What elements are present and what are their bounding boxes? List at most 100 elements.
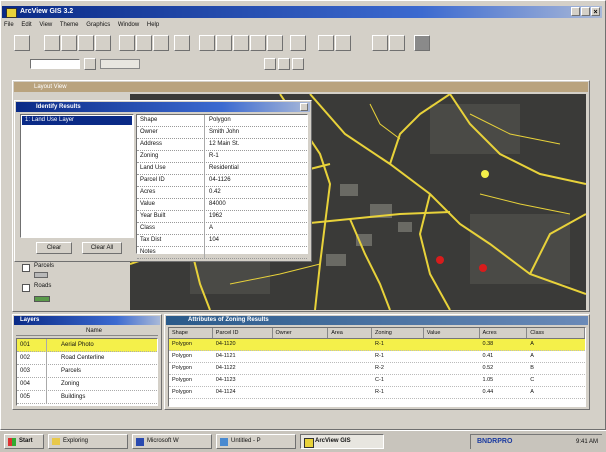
identify-item-list[interactable]: 1: Land Use Layer bbox=[20, 114, 134, 238]
zoom-tool-icon[interactable] bbox=[278, 58, 290, 70]
edit-legend-icon[interactable] bbox=[78, 35, 94, 51]
layer-list-item[interactable]: 002 Road Centerline bbox=[17, 352, 157, 365]
column-header[interactable]: Shape bbox=[169, 328, 213, 338]
zoom-selected-icon[interactable] bbox=[233, 35, 249, 51]
field-label: Zoning bbox=[137, 151, 205, 162]
select-features-icon[interactable] bbox=[290, 35, 306, 51]
layer-list-item[interactable]: 005 Buildings bbox=[17, 391, 157, 404]
pan-tool-icon[interactable] bbox=[292, 58, 304, 70]
menu-graphics[interactable]: Graphics bbox=[86, 22, 110, 28]
table-cell bbox=[424, 387, 480, 398]
menu-theme[interactable]: Theme bbox=[60, 22, 79, 28]
tray-brand: BNDRPRO bbox=[477, 438, 513, 445]
menu-file[interactable]: File bbox=[4, 22, 14, 28]
chart-icon[interactable] bbox=[372, 35, 388, 51]
task-button-4-active[interactable]: ArcView GIS bbox=[300, 434, 384, 449]
field-value: Smith John bbox=[209, 129, 240, 135]
menu-bar: File Edit View Theme Graphics Window Hel… bbox=[4, 20, 204, 31]
pointer-tool-icon[interactable] bbox=[84, 58, 96, 70]
table-row[interactable]: Polygon 04-1122 R-2 0.52 B bbox=[169, 363, 585, 375]
open-table-icon[interactable] bbox=[119, 35, 135, 51]
legend-label: Roads bbox=[34, 283, 52, 289]
query-builder-icon[interactable] bbox=[174, 35, 190, 51]
start-button[interactable]: Start bbox=[4, 434, 44, 449]
add-theme-icon[interactable] bbox=[44, 35, 60, 51]
clear-button[interactable]: Clear bbox=[36, 242, 72, 254]
save-icon[interactable] bbox=[14, 35, 30, 51]
menu-edit[interactable]: Edit bbox=[21, 22, 31, 28]
legend-item-roads[interactable]: Roads bbox=[22, 282, 112, 294]
clear-selection-icon[interactable] bbox=[318, 35, 334, 51]
attribute-table-title-bar[interactable]: Attributes of Zoning Results bbox=[166, 316, 588, 325]
app-title: ArcView GIS 3.2 bbox=[20, 8, 74, 15]
legend-checkbox[interactable] bbox=[22, 284, 30, 292]
table-row[interactable]: Polygon 04-1120 R-1 0.38 A bbox=[169, 339, 585, 351]
task-label: Exploring bbox=[63, 438, 89, 444]
table-cell bbox=[328, 387, 372, 398]
identify-title-bar[interactable]: Identify Results bbox=[16, 102, 310, 112]
app-title-bar[interactable]: ArcView GIS 3.2 × bbox=[2, 6, 602, 18]
identify-field-row: Land Use Residential bbox=[137, 163, 307, 175]
field-label: Value bbox=[137, 199, 205, 210]
table-cell bbox=[424, 363, 480, 374]
menu-view[interactable]: View bbox=[39, 22, 52, 28]
layout-icon[interactable] bbox=[389, 35, 405, 51]
theme-properties-icon[interactable] bbox=[61, 35, 77, 51]
task-button-2[interactable]: Microsoft W bbox=[132, 434, 212, 449]
field-label: Parcel ID bbox=[137, 175, 205, 186]
view-title: Layout View bbox=[34, 84, 67, 90]
layer-name: Aerial Photo bbox=[61, 342, 94, 348]
table-cell: Polygon bbox=[172, 377, 192, 383]
table-cell: B bbox=[530, 365, 534, 371]
menu-help[interactable]: Help bbox=[147, 22, 159, 28]
layer-panel-title: Layers bbox=[20, 317, 40, 323]
find-icon[interactable] bbox=[136, 35, 152, 51]
layer-list-item[interactable]: 003 Parcels bbox=[17, 365, 157, 378]
print-icon[interactable] bbox=[414, 35, 430, 51]
maximize-button[interactable] bbox=[581, 7, 590, 16]
layer-list-item[interactable]: 001 Aerial Photo bbox=[17, 339, 157, 352]
minimize-button[interactable] bbox=[571, 7, 580, 16]
layer-name: Parcels bbox=[61, 368, 82, 374]
table-cell: R-1 bbox=[375, 341, 384, 347]
zoom-in-icon[interactable] bbox=[250, 35, 266, 51]
layer-panel-title-bar[interactable]: Layers bbox=[14, 316, 160, 325]
identify-tool-icon[interactable] bbox=[264, 58, 276, 70]
menu-window[interactable]: Window bbox=[118, 22, 139, 28]
column-header[interactable]: Zoning bbox=[372, 328, 424, 338]
column-header[interactable]: Area bbox=[328, 328, 373, 338]
layer-list-item[interactable]: 004 Zoning bbox=[17, 378, 157, 391]
view-title-bar[interactable]: Layout View bbox=[14, 82, 588, 92]
zoom-active-icon[interactable] bbox=[216, 35, 232, 51]
scale-field[interactable] bbox=[30, 59, 80, 69]
field-value: 0.42 bbox=[209, 189, 221, 195]
column-header[interactable]: Acres bbox=[480, 328, 528, 338]
column-header[interactable]: Parcel ID bbox=[213, 328, 273, 338]
locate-icon[interactable] bbox=[153, 35, 169, 51]
layer-name: Buildings bbox=[61, 394, 86, 400]
clear-all-button[interactable]: Clear All bbox=[82, 242, 122, 254]
coordinate-readout bbox=[100, 59, 140, 69]
identify-list-item[interactable]: 1: Land Use Layer bbox=[22, 116, 132, 125]
table-cell bbox=[328, 375, 372, 386]
app-icon bbox=[6, 8, 17, 18]
legend-item-parcels[interactable]: Parcels bbox=[22, 262, 112, 278]
legend-checkbox[interactable] bbox=[22, 264, 30, 272]
hot-link-icon[interactable] bbox=[95, 35, 111, 51]
table-row[interactable]: Polygon 04-1124 R-1 0.44 A bbox=[169, 387, 585, 399]
table-row[interactable]: Polygon 04-1121 R-1 0.41 A bbox=[169, 351, 585, 363]
zoom-full-icon[interactable] bbox=[199, 35, 215, 51]
task-button-3[interactable]: Untitled - P bbox=[216, 434, 296, 449]
zoom-out-icon[interactable] bbox=[267, 35, 283, 51]
column-header[interactable]: Class bbox=[527, 328, 585, 338]
attribute-table: Shape Parcel ID Owner Area Zoning Value Acres C… bbox=[168, 327, 586, 407]
table-icon[interactable] bbox=[335, 35, 351, 51]
column-header[interactable]: Value bbox=[424, 328, 480, 338]
field-label: Tax Dist bbox=[137, 235, 205, 246]
table-row[interactable]: Polygon 04-1123 C-1 1.05 C bbox=[169, 375, 585, 387]
identify-close-button[interactable] bbox=[300, 103, 308, 111]
field-value: Polygon bbox=[209, 117, 231, 123]
close-button[interactable]: × bbox=[591, 7, 600, 16]
column-header[interactable]: Owner bbox=[273, 328, 329, 338]
task-button-1[interactable]: Exploring bbox=[48, 434, 128, 449]
